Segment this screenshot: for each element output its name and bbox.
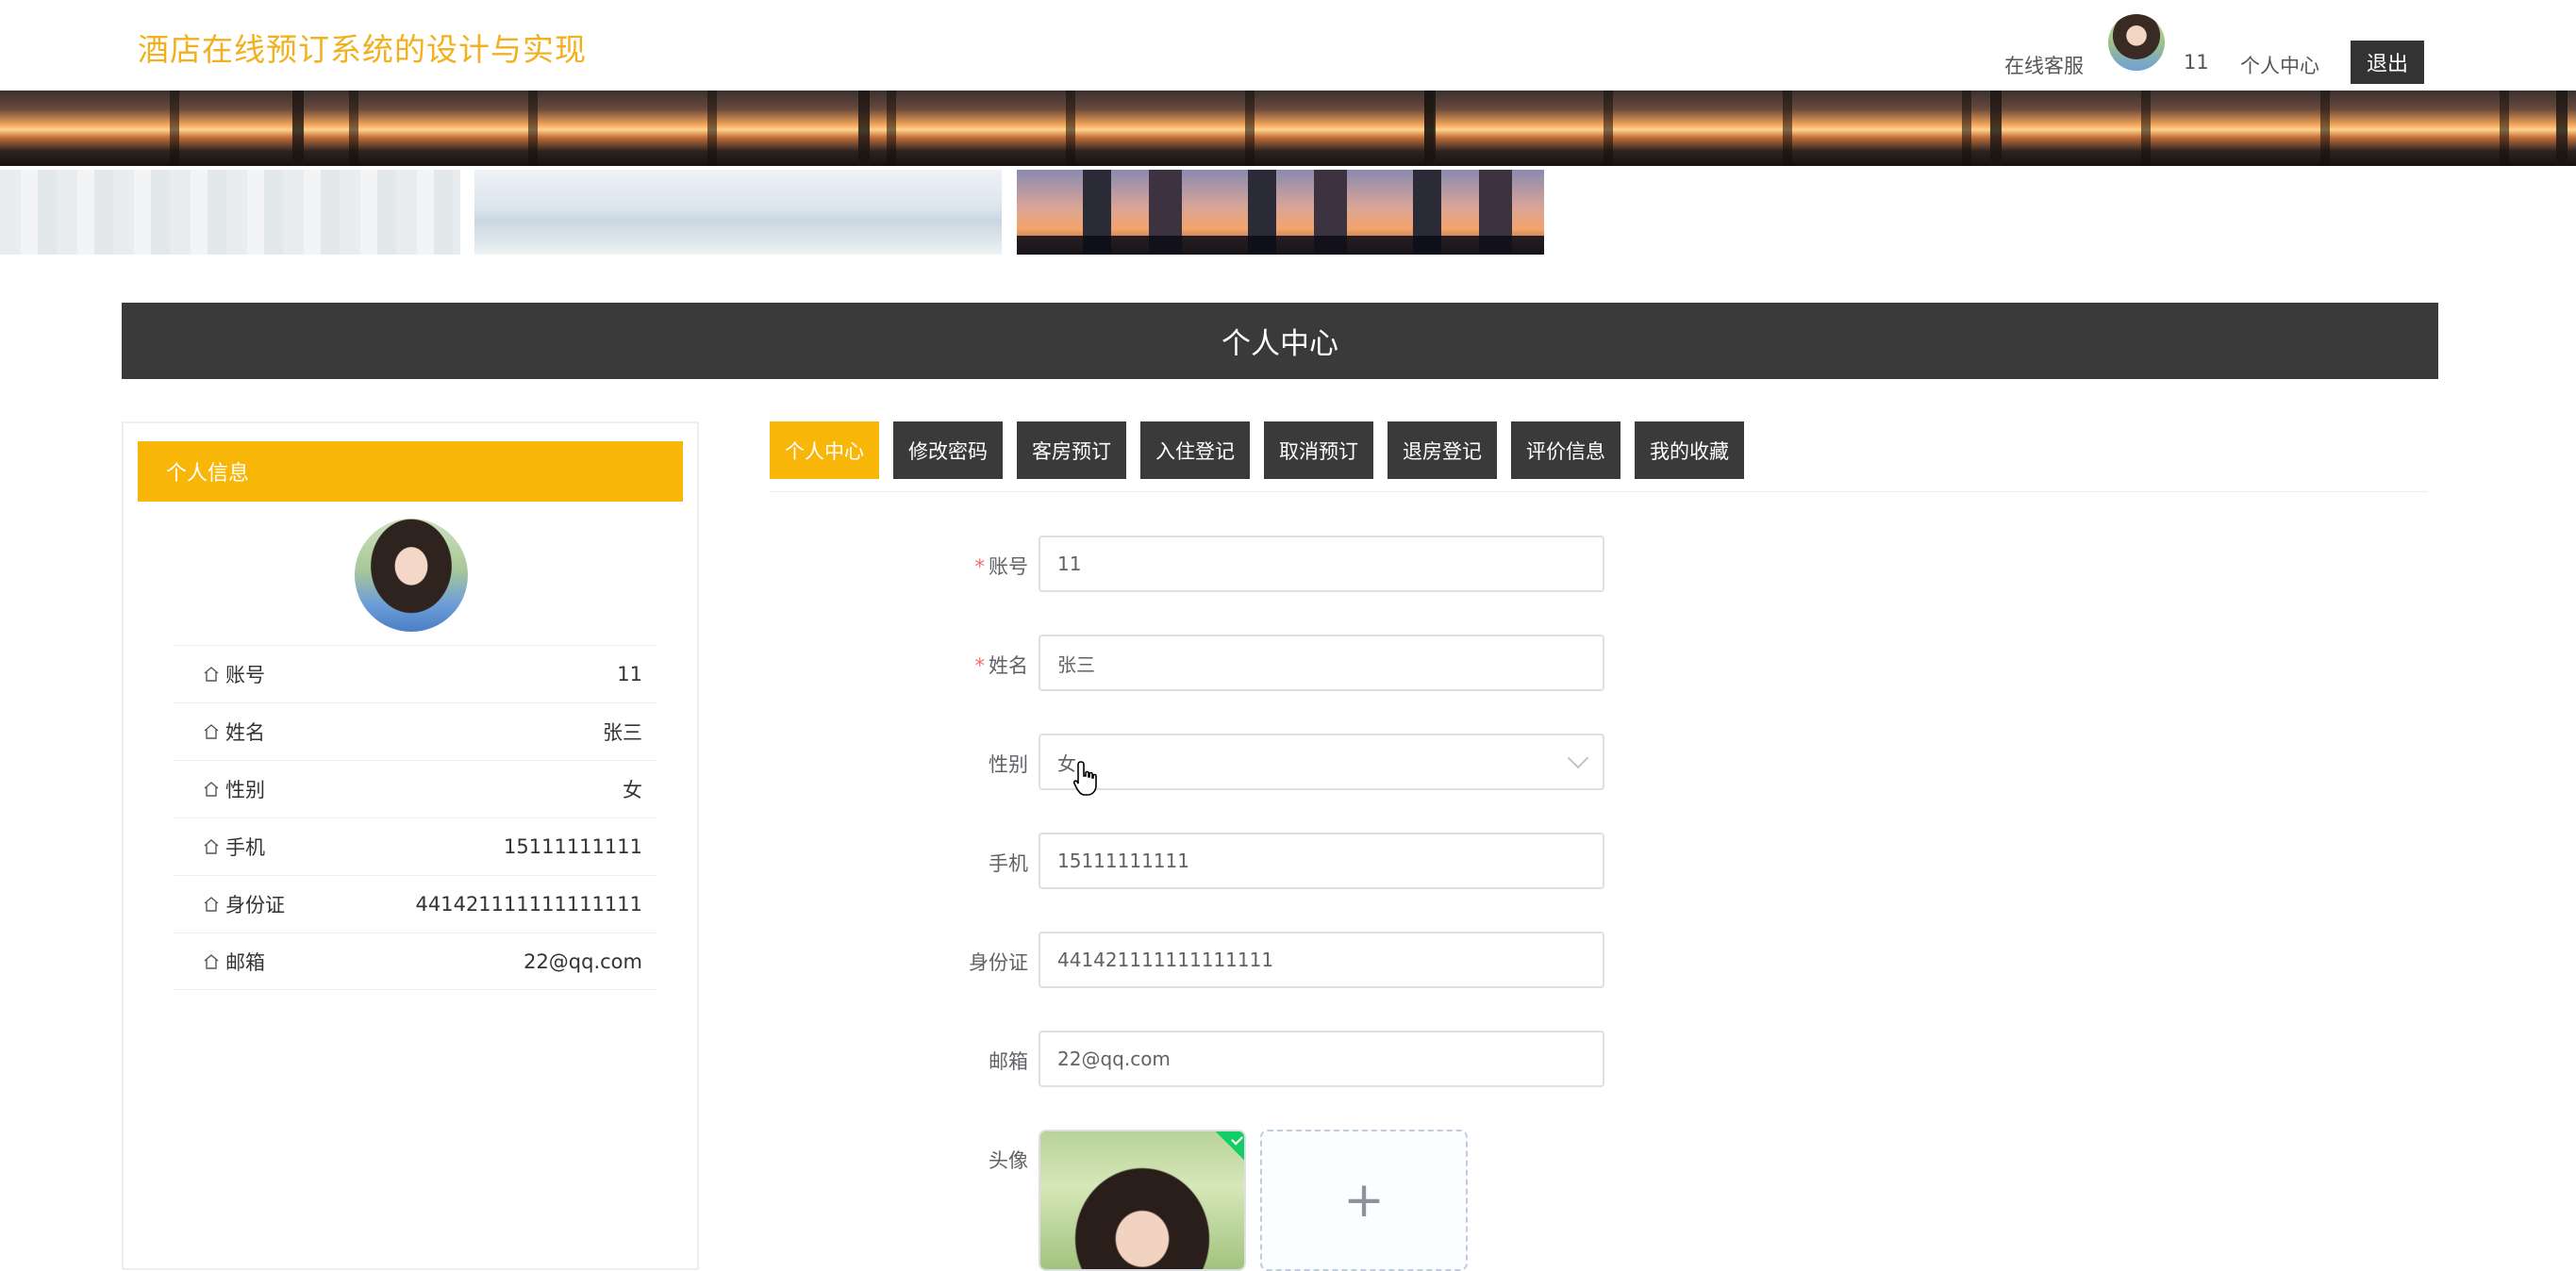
house-icon xyxy=(204,782,219,797)
customer-service-link[interactable]: 在线客服 xyxy=(2004,51,2084,79)
email-input[interactable] xyxy=(1039,1031,1604,1087)
tab-bar: 个人中心 修改密码 客房预订 入住登记 取消预订 退房登记 评价信息 我的收藏 xyxy=(770,421,1744,479)
account-label: * 账号 xyxy=(974,555,1029,578)
tab-8[interactable]: 我的收藏 xyxy=(1635,421,1744,479)
carousel-thumb-1[interactable] xyxy=(0,170,460,255)
house-icon xyxy=(204,667,219,682)
logout-button[interactable]: 退出 xyxy=(2351,41,2424,84)
profile-info-list: 账号 11 姓名 张三性别 女手机 15111111111 身份证 4414211111111… xyxy=(173,645,657,990)
name-label: * 姓名 xyxy=(974,654,1029,677)
avatar-label: 头像 xyxy=(989,1149,1028,1172)
profile-info-row: 邮箱 22@qq.com xyxy=(173,933,657,990)
profile-info-value: 15111111111 xyxy=(504,835,642,858)
profile-info-row: 身份证 441421111111111111 xyxy=(173,875,657,933)
profile-info-row: 手机 15111111111 xyxy=(173,817,657,875)
tab-5[interactable]: 取消预订 xyxy=(1264,421,1373,479)
profile-info-row: 姓名 张三 xyxy=(173,702,657,760)
phone-input[interactable] xyxy=(1039,833,1604,889)
profile-info-key: 性别 xyxy=(203,775,265,803)
avatar-preview[interactable] xyxy=(1039,1130,1246,1271)
id-card-label: 身份证 xyxy=(969,951,1028,974)
top-navbar: 酒店在线预订系统的设计与实现 在线客服 11 个人中心 退出 xyxy=(0,0,2576,91)
house-icon xyxy=(204,724,219,739)
tab-4[interactable]: 入住登记 xyxy=(1140,421,1250,479)
tab-divider xyxy=(770,491,2428,492)
section-title-bar: 个人中心 xyxy=(122,303,2438,379)
profile-info-value: 女 xyxy=(623,779,642,801)
section-title: 个人中心 xyxy=(1222,327,1338,361)
house-icon xyxy=(204,839,219,854)
banner-overlay xyxy=(0,91,2576,166)
profile-info-value: 张三 xyxy=(603,721,642,744)
profile-heading-label: 个人信息 xyxy=(166,462,250,486)
tab-6[interactable]: 退房登记 xyxy=(1388,421,1497,479)
tab-1[interactable]: 个人中心 xyxy=(770,421,879,479)
plus-icon: + xyxy=(1343,1172,1385,1229)
profile-info-value: 11 xyxy=(617,663,642,685)
profile-avatar xyxy=(355,519,468,632)
tab-3[interactable]: 客房预订 xyxy=(1017,421,1126,479)
tab-2[interactable]: 修改密码 xyxy=(893,421,1003,479)
profile-info-value: 441421111111111111 xyxy=(415,893,643,916)
phone-label: 手机 xyxy=(989,852,1028,875)
hand-pointer-icon xyxy=(1072,761,1097,796)
carousel-thumb-3[interactable] xyxy=(1017,170,1544,255)
id-card-input[interactable] xyxy=(1039,932,1604,988)
profile-info-key: 账号 xyxy=(203,660,265,688)
gender-label: 性别 xyxy=(989,753,1028,776)
profile-info-row: 性别 女 xyxy=(173,760,657,817)
tab-7[interactable]: 评价信息 xyxy=(1511,421,1620,479)
profile-info-row: 账号 11 xyxy=(173,645,657,702)
profile-info-key: 手机 xyxy=(203,833,265,861)
carousel-thumb-2[interactable] xyxy=(474,170,1002,255)
user-avatar[interactable] xyxy=(2108,14,2165,71)
username-label: 11 xyxy=(2184,51,2209,74)
site-title[interactable]: 酒店在线预订系统的设计与实现 xyxy=(138,25,587,70)
profile-info-value: 22@qq.com xyxy=(524,949,642,973)
account-input[interactable] xyxy=(1039,536,1604,592)
profile-info-key: 姓名 xyxy=(203,718,265,746)
success-check-icon xyxy=(1214,1131,1244,1162)
profile-info-key: 身份证 xyxy=(203,890,285,918)
profile-heading: 个人信息 xyxy=(138,441,683,502)
name-input[interactable] xyxy=(1039,635,1604,691)
profile-info-key: 邮箱 xyxy=(203,948,265,976)
house-icon xyxy=(204,897,219,912)
house-icon xyxy=(204,953,219,969)
avatar-upload-button[interactable]: + xyxy=(1260,1130,1468,1271)
chevron-down-icon xyxy=(1567,747,1589,769)
gender-select[interactable]: 女 xyxy=(1039,734,1604,790)
personal-center-link[interactable]: 个人中心 xyxy=(2240,51,2319,79)
email-label: 邮箱 xyxy=(989,1050,1028,1073)
